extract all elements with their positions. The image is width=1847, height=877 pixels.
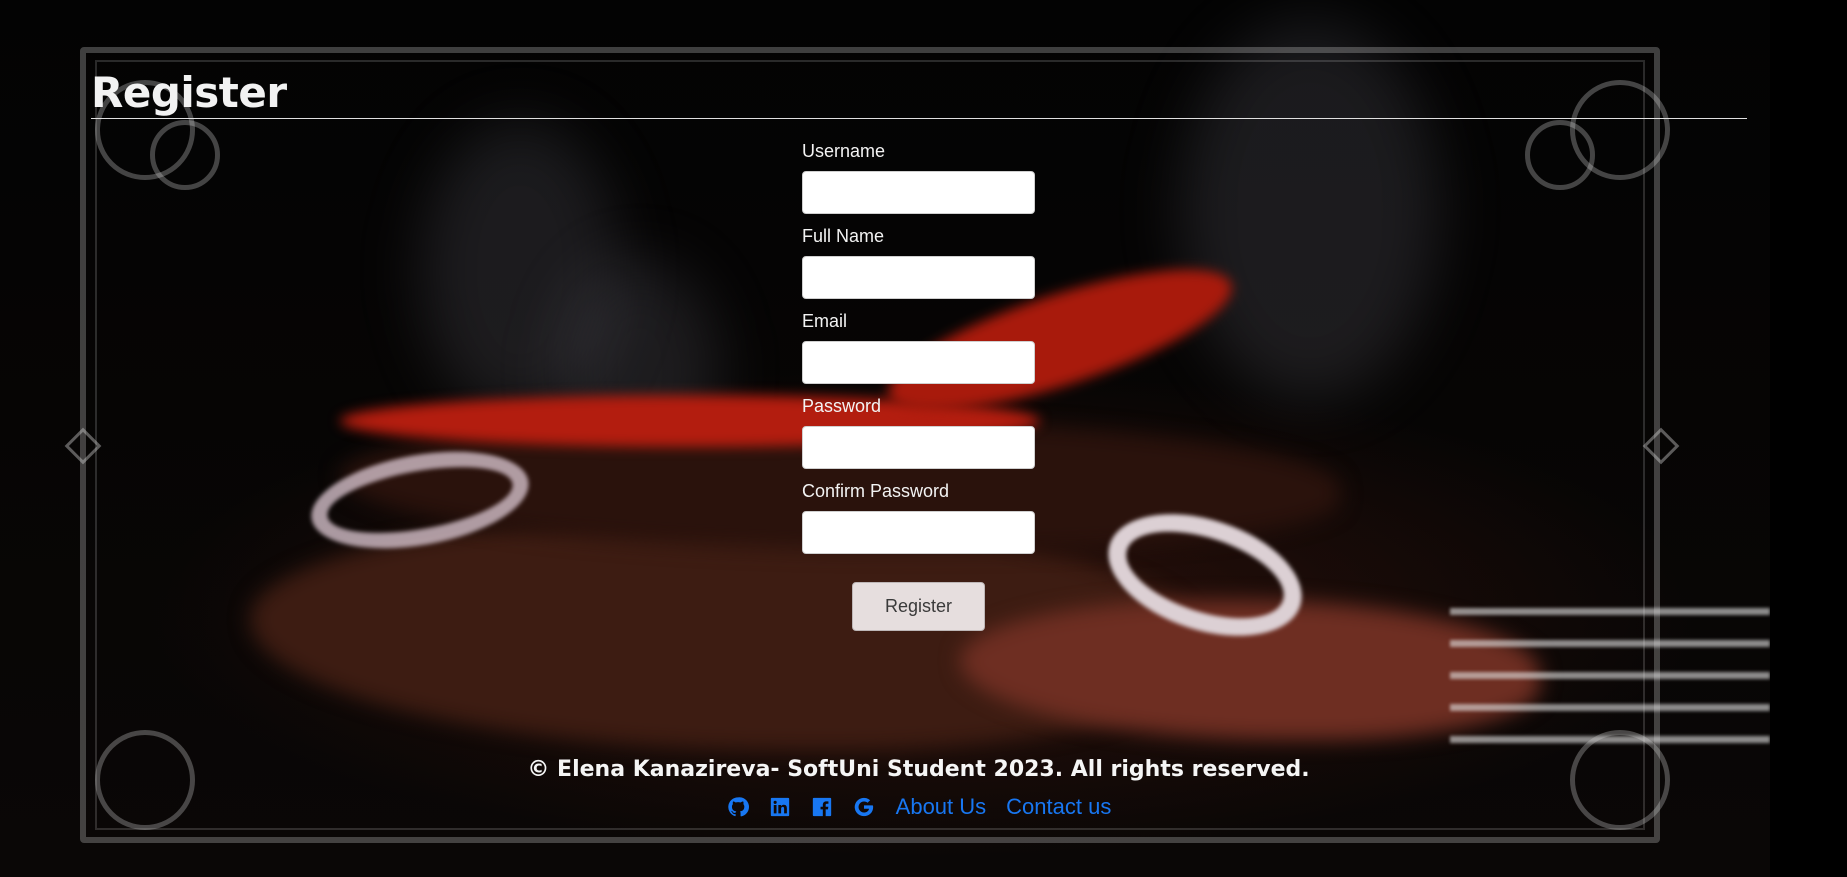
github-icon[interactable] — [726, 795, 750, 819]
username-input[interactable] — [802, 171, 1035, 214]
register-button[interactable]: Register — [852, 582, 985, 631]
google-icon[interactable] — [852, 795, 876, 819]
copyright-text: © Elena Kanazireva- SoftUni Student 2023… — [527, 757, 1310, 782]
about-us-link[interactable]: About Us — [896, 794, 987, 820]
confirm-password-input[interactable] — [802, 511, 1035, 554]
password-input[interactable] — [802, 426, 1035, 469]
confirm-password-label: Confirm Password — [802, 481, 950, 501]
footer: © Elena Kanazireva- SoftUni Student 2023… — [0, 756, 1847, 820]
username-label: Username — [802, 141, 886, 161]
contact-us-link[interactable]: Contact us — [1006, 794, 1111, 820]
email-label: Email — [802, 311, 848, 331]
full-name-label: Full Name — [802, 226, 885, 246]
linkedin-icon[interactable] — [768, 795, 792, 819]
register-form: Username Full Name Email Password Confir… — [802, 138, 1038, 563]
page-title: Register — [91, 68, 287, 117]
facebook-icon[interactable] — [810, 795, 834, 819]
full-name-input[interactable] — [802, 256, 1035, 299]
title-divider — [91, 118, 1747, 119]
password-label: Password — [802, 396, 882, 416]
email-input[interactable] — [802, 341, 1035, 384]
footer-links: About Us Contact us — [0, 794, 1842, 820]
